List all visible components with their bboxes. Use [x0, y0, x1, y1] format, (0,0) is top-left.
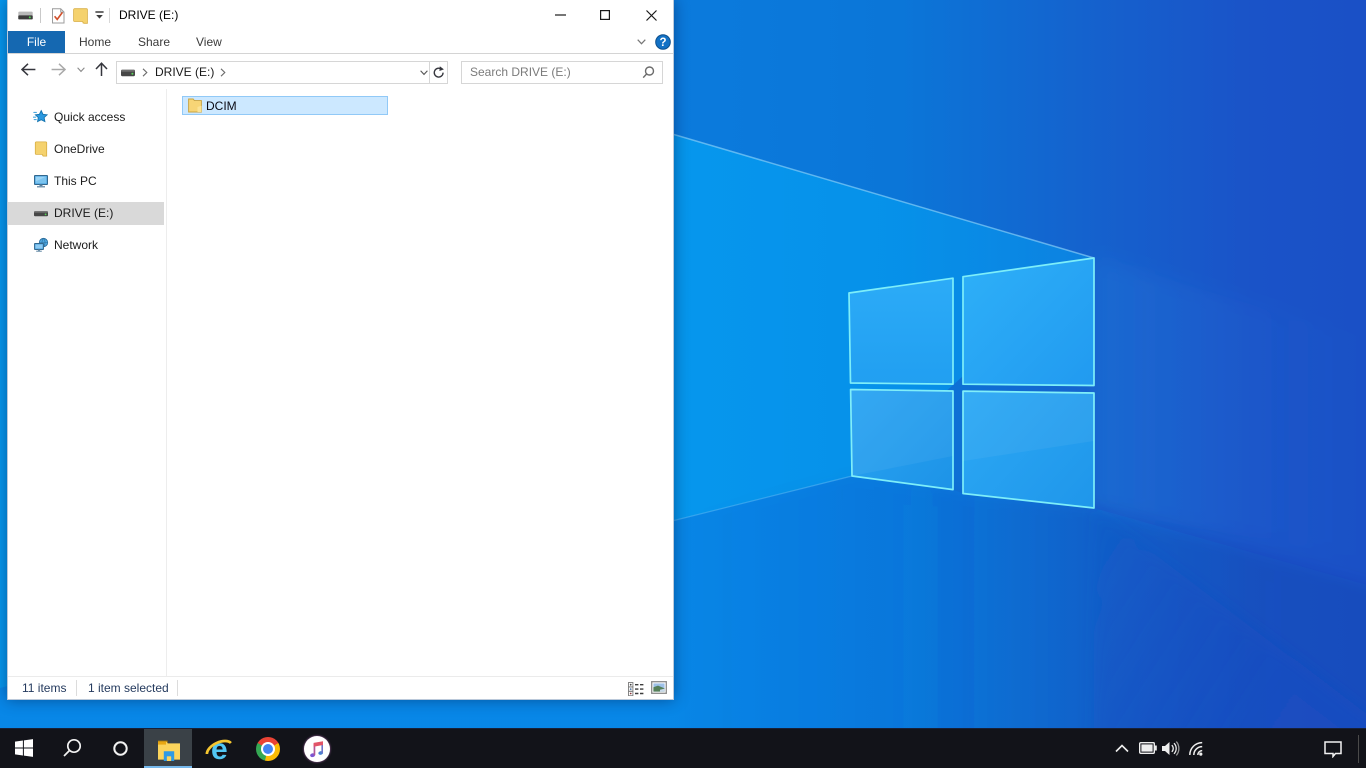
svg-text:?: ? [659, 37, 666, 49]
svg-text:e: e [211, 733, 228, 764]
